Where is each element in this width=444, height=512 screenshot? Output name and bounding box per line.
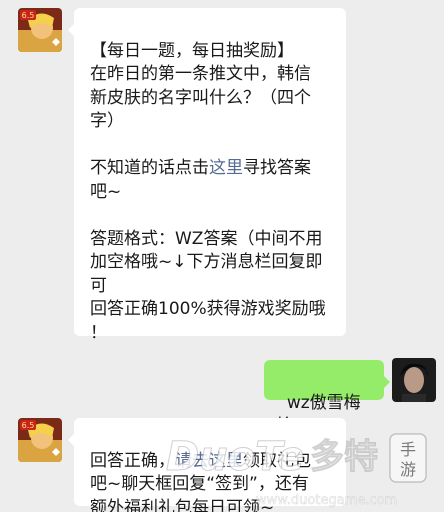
reward-link[interactable]: 请去这里	[175, 451, 243, 471]
bot-avatar[interactable]: 6.5	[18, 418, 62, 462]
message-line: 答题格式：WZ答案（中间不用	[90, 228, 323, 249]
version-badge: 6.5	[22, 421, 35, 430]
version-badge: 6.5	[22, 11, 35, 20]
message-line: 加空格哦~↓下方消息栏回复即	[90, 252, 323, 272]
message-line: 吧~聊天框回复“签到”，还有	[90, 474, 309, 494]
answer-link[interactable]: 这里	[209, 158, 243, 178]
watermark-tag2: 游	[400, 460, 416, 479]
user-avatar[interactable]	[392, 358, 436, 402]
message-line: 寻找答案	[243, 158, 311, 178]
message-bubble-answer: wz傲雪梅枪	[264, 360, 390, 436]
message-line: 回答正确100%获得游戏奖励哦	[90, 299, 326, 319]
message-line: 字）	[90, 111, 124, 131]
message-line: 吧~	[90, 181, 122, 202]
watermark-tag1: 手	[400, 440, 416, 459]
message-line: 额外福利礼包每日可领~	[90, 497, 275, 512]
message-line: 回答正确，	[90, 450, 175, 471]
message-line: 领取礼包	[243, 450, 311, 471]
message-line: 可	[90, 275, 107, 296]
message-line: ！	[90, 322, 107, 343]
message-bubble-question: 【每日一题，每日抽奖励】 在昨日的第一条推文中，韩信 新皮肤的名字叫什么？（四个…	[68, 8, 346, 343]
message-line: 【每日一题，每日抽奖励】	[90, 40, 294, 61]
message-bubble-reward: 回答正确，请去这里领取礼包 吧~聊天框回复“签到”，还有 额外福利礼包每日可领~	[68, 418, 346, 512]
message-line: 不知道的话点击	[90, 158, 209, 178]
bot-avatar[interactable]: 6.5	[18, 8, 62, 52]
message-line: 新皮肤的名字叫什么？（四个	[90, 87, 311, 108]
message-line: 在昨日的第一条推文中，韩信	[90, 64, 311, 84]
watermark-tag: 手 游	[389, 433, 427, 483]
